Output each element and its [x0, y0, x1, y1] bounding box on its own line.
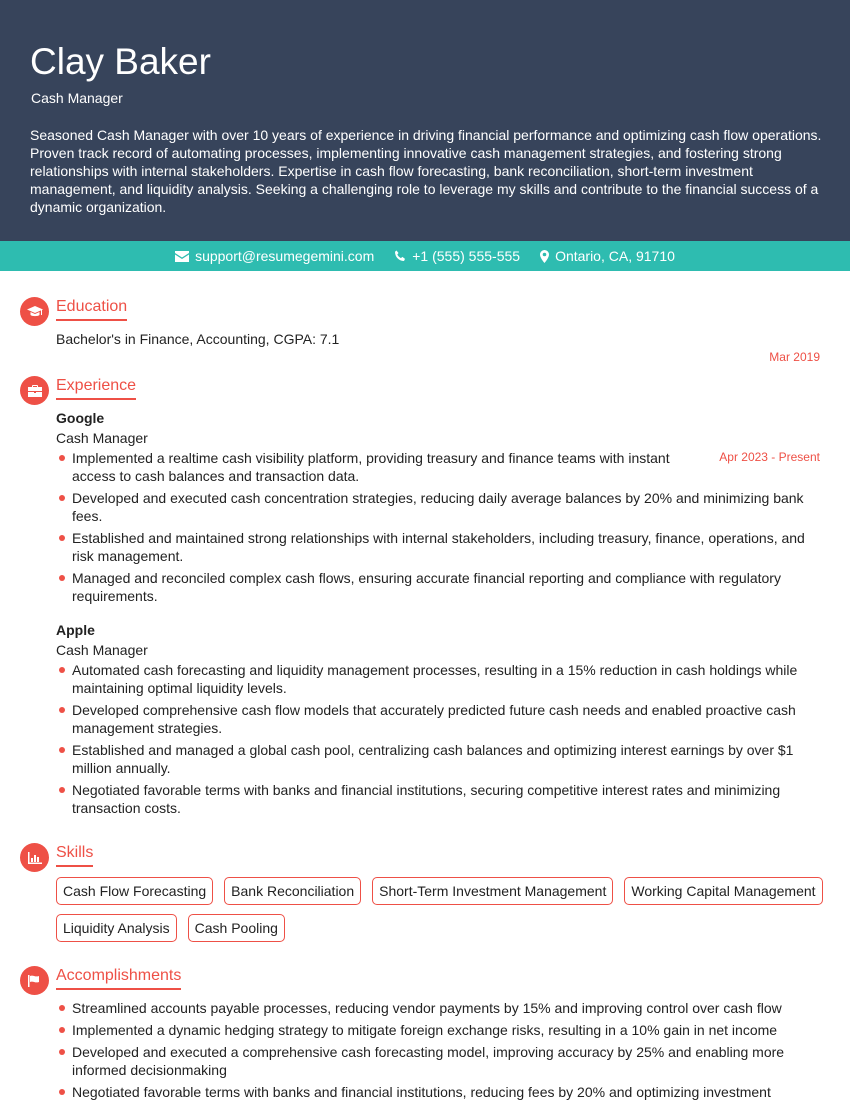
accomplishment-item: Implemented a dynamic hedging strategy t…: [56, 1021, 826, 1039]
job-bullet: Negotiated favorable terms with banks an…: [56, 781, 826, 817]
job-bullet: Developed comprehensive cash flow models…: [56, 701, 826, 737]
graduation-cap-icon: [20, 297, 49, 326]
job-role: Cash Manager: [56, 430, 148, 446]
phone-text[interactable]: +1 (555) 555-555: [412, 248, 520, 264]
contact-bar: support@resumegemini.com +1 (555) 555-55…: [0, 241, 850, 271]
accomplishment-item: Streamlined accounts payable processes, …: [56, 999, 826, 1017]
email-text[interactable]: support@resumegemini.com: [195, 248, 374, 264]
contact-phone[interactable]: +1 (555) 555-555: [394, 248, 520, 264]
contact-email[interactable]: support@resumegemini.com: [175, 248, 374, 264]
envelope-icon: [175, 250, 190, 262]
job-role: Cash Manager: [56, 642, 148, 658]
job-bullet: Implemented a realtime cash visibility p…: [56, 449, 686, 485]
job-bullet: Managed and reconciled complex cash flow…: [56, 569, 826, 605]
job-bullet: Developed and executed cash concentratio…: [56, 489, 826, 525]
flag-icon: [20, 966, 49, 995]
accomplishments-list: Streamlined accounts payable processes, …: [56, 999, 826, 1100]
skill-chip: Bank Reconciliation: [224, 877, 362, 905]
contact-location: Ontario, CA, 91710: [540, 248, 675, 264]
skill-chip: Short-Term Investment Management: [372, 877, 614, 905]
phone-icon: [394, 250, 406, 262]
skill-chip: Working Capital Management: [624, 877, 823, 905]
resume-header: Clay Baker Cash Manager Seasoned Cash Ma…: [0, 0, 850, 241]
job-company: Apple: [56, 622, 95, 638]
job-company: Google: [56, 410, 105, 426]
skills-heading: Skills: [56, 843, 94, 867]
bar-chart-icon: [20, 843, 49, 872]
candidate-title: Cash Manager: [31, 90, 123, 106]
briefcase-icon: [20, 376, 49, 405]
education-heading: Education: [56, 297, 128, 321]
job-bullets: Implemented a realtime cash visibility p…: [56, 449, 826, 609]
accomplishment-item: Negotiated favorable terms with banks an…: [56, 1083, 826, 1100]
job-bullet: Automated cash forecasting and liquidity…: [56, 661, 826, 697]
education-date: Mar 2019: [769, 350, 820, 364]
summary-text: Seasoned Cash Manager with over 10 years…: [30, 127, 822, 215]
job-bullet: Established and maintained strong relati…: [56, 529, 826, 565]
accomplishments-heading: Accomplishments: [56, 966, 182, 990]
candidate-name: Clay Baker: [30, 41, 211, 82]
location-text: Ontario, CA, 91710: [555, 248, 675, 264]
experience-heading: Experience: [56, 376, 137, 400]
skill-chip: Cash Flow Forecasting: [56, 877, 214, 905]
skills-list: Cash Flow Forecasting Bank Reconciliatio…: [56, 877, 826, 942]
job-bullet: Established and managed a global cash po…: [56, 741, 826, 777]
skill-chip: Liquidity Analysis: [56, 914, 177, 942]
skill-chip: Cash Pooling: [187, 914, 285, 942]
map-marker-icon: [540, 249, 550, 263]
education-degree: Bachelor's in Finance, Accounting, CGPA:…: [56, 331, 340, 347]
job-bullets: Automated cash forecasting and liquidity…: [56, 661, 826, 821]
accomplishment-item: Developed and executed a comprehensive c…: [56, 1043, 826, 1079]
